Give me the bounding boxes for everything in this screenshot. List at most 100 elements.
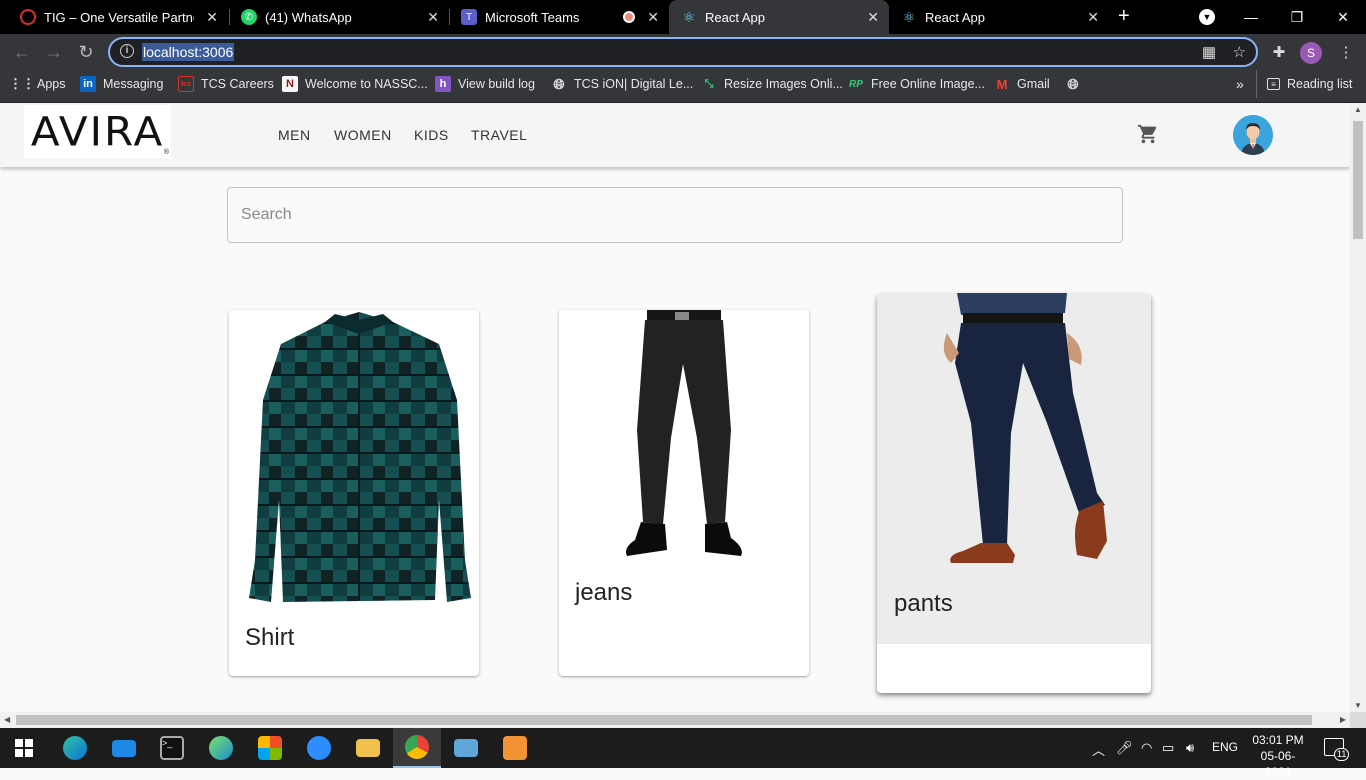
registered-mark: ® [163,149,169,156]
minimize-icon[interactable]: — [1228,0,1274,34]
clock-time: 03:01 PM [1252,733,1304,747]
close-tab-icon[interactable]: ✕ [647,9,659,25]
scroll-left-icon[interactable]: ◀ [4,715,10,724]
bookmark-tcs-ion[interactable]: 🌐︎ TCS iON| Digital Le... [551,70,693,98]
horizontal-scroll-thumb[interactable] [16,715,1312,725]
restore-icon[interactable]: ❐ [1274,0,1320,34]
mail-taskbar-button[interactable] [100,728,148,768]
outlook-taskbar-button[interactable] [442,728,490,768]
windows-icon [15,739,33,757]
user-avatar[interactable] [1233,115,1273,155]
scroll-up-icon[interactable]: ▲ [1354,105,1362,114]
tab-react-app-active[interactable]: ⚛ React App ✕ [669,0,889,34]
vertical-scroll-thumb[interactable] [1353,121,1363,239]
bookmark-view-build-log[interactable]: h View build log [435,70,535,98]
close-tab-icon[interactable]: ✕ [427,9,439,25]
bookmark-label: Messaging [103,77,164,91]
store-taskbar-button[interactable] [246,728,294,768]
tab-tig[interactable]: TIG – One Versatile Partner ac ✕ [8,0,228,34]
language-indicator[interactable]: ENG [1212,740,1238,754]
vertical-scrollbar[interactable]: ▲ ▼ [1350,103,1366,712]
clock[interactable]: 03:01 PM 05-06-2021 [1248,732,1308,780]
battery-icon[interactable]: ▭ [1162,740,1174,756]
edge-beta-taskbar-button[interactable] [197,728,245,768]
bookmark-free-online-image[interactable]: RP Free Online Image... [848,70,985,98]
close-window-icon[interactable]: ✕ [1320,0,1366,34]
reading-list-button[interactable]: ≡ Reading list [1256,70,1352,98]
react-icon: ⚛ [682,8,696,25]
close-tab-icon[interactable]: ✕ [206,9,218,25]
tab-title: React App [705,9,765,25]
horizontal-scrollbar[interactable]: ◀ ▶ [0,712,1350,728]
globe-icon: 🌐︎ [553,75,565,92]
reading-list-label: Reading list [1287,77,1353,91]
notification-count-badge: 11 [1334,748,1350,761]
outlook-icon [454,739,478,757]
start-button[interactable] [0,728,48,768]
bookmark-tcs-careers[interactable]: tcs TCS Careers [178,70,274,98]
scroll-right-icon[interactable]: ▶ [1340,715,1346,724]
microphone-icon[interactable]: 🎤︎ [1116,740,1133,756]
bookmark-gmail[interactable]: M Gmail [994,70,1050,98]
zoom-taskbar-button[interactable] [295,728,343,768]
menu-kebab-icon[interactable]: ⋮ [1334,40,1358,64]
clock-date: 05-06-2021 [1260,749,1296,779]
heroku-icon: h [435,76,451,92]
resize-icon: ⤡ [704,77,714,90]
close-tab-icon[interactable]: ✕ [1087,9,1099,25]
file-explorer-taskbar-button[interactable] [344,728,392,768]
tcs-icon: tcs [178,76,194,92]
whatsapp-icon: ✆ [241,9,257,25]
qr-code-icon[interactable]: ▦ [1202,43,1216,61]
jeans-image [626,310,742,556]
nav-women[interactable]: WOMEN [334,127,392,143]
page-viewport: AVIRA ® MEN WOMEN KIDS TRAVEL Search Shi… [0,103,1350,712]
nav-men[interactable]: MEN [278,127,311,143]
address-bar[interactable]: i localhost:3006 ▦ ☆ [108,37,1258,67]
close-tab-icon[interactable]: ✕ [867,9,879,25]
avira-logo[interactable]: AVIRA ® [24,105,171,158]
tab-react-app[interactable]: ⚛ React App ✕ [889,0,1109,34]
sublime-taskbar-button[interactable] [491,728,539,768]
search-input[interactable] [227,187,1123,243]
tab-search-icon[interactable]: ▼ [1199,9,1215,25]
bookmark-resize-images[interactable]: ⤡ Resize Images Onli... [701,70,843,98]
nasscom-icon: N [282,76,298,92]
product-card-jeans[interactable]: jeans [559,310,809,676]
nav-kids[interactable]: KIDS [414,127,449,143]
product-card-pants[interactable]: pants [877,293,1151,693]
bookmark-label: Free Online Image... [871,77,985,91]
shirt-image [249,312,471,602]
bookmark-apps[interactable]: ⋮⋮ Apps [9,70,66,98]
tab-teams[interactable]: T Microsoft Teams ✕ [449,0,669,34]
forward-icon[interactable]: → [42,40,66,64]
url-text[interactable]: localhost:3006 [142,43,235,61]
nav-travel[interactable]: TRAVEL [471,127,527,143]
zoom-icon [307,736,331,760]
bookmark-messaging[interactable]: in Messaging [80,70,163,98]
bookmarks-bar: ⋮⋮ Apps in Messaging tcs TCS Careers N W… [0,70,1366,103]
tab-title: (41) WhatsApp [265,9,352,25]
product-card-shirt[interactable]: Shirt [229,310,479,676]
new-tab-icon[interactable]: + [1118,6,1130,26]
chrome-taskbar-button[interactable] [393,728,441,768]
tab-whatsapp[interactable]: ✆ (41) WhatsApp ✕ [229,0,449,34]
product-name: Shirt [245,624,295,651]
bookmark-label: Resize Images Onli... [724,77,843,91]
scroll-down-icon[interactable]: ▼ [1354,701,1362,710]
tray-overflow-icon[interactable]: ︿ [1092,740,1105,759]
volume-icon[interactable]: 🔊︎ [1186,740,1194,756]
cart-icon[interactable] [1137,123,1159,145]
profile-avatar[interactable]: S [1300,42,1322,64]
edge-taskbar-button[interactable] [51,728,99,768]
site-info-icon[interactable]: i [120,44,134,58]
more-bookmarks-icon[interactable]: » [1236,70,1244,98]
reload-icon[interactable]: ↻ [74,40,98,64]
bookmark-nasscom[interactable]: N Welcome to NASSC... [282,70,428,98]
wifi-icon[interactable]: ◠ [1141,740,1152,756]
bookmark-star-icon[interactable]: ☆ [1233,43,1246,61]
terminal-taskbar-button[interactable]: >_ [148,728,196,768]
bookmark-globe[interactable]: 🌐︎ [1065,70,1088,98]
back-icon[interactable]: ← [10,40,34,64]
extensions-icon[interactable]: ✚ [1267,40,1291,64]
